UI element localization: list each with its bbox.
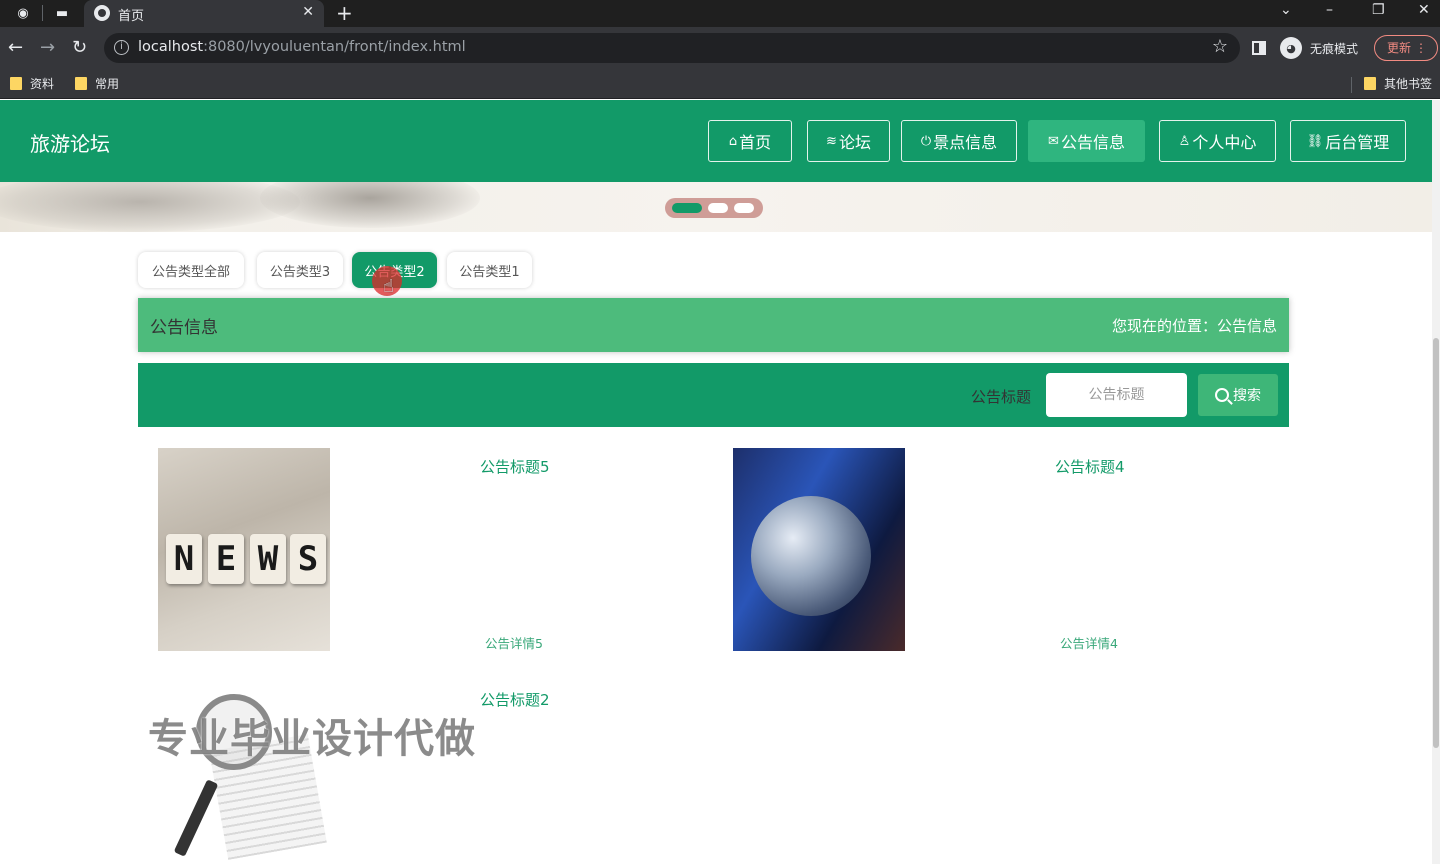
- bookmark-label: 常用: [95, 77, 120, 91]
- nav-personal-center[interactable]: ♙ 个人中心: [1159, 120, 1276, 162]
- banner-carousel: [0, 182, 1432, 232]
- site-header: 旅游论坛 ⌂ 首页 ≋ 论坛 ⏻ 景点信息 ✉ 公告信息 ♙ 个人中心 ⛓ 后台…: [0, 100, 1432, 182]
- side-panel-icon[interactable]: [1252, 41, 1266, 55]
- news-cube-letter: W: [250, 534, 286, 584]
- carousel-dot-1[interactable]: [672, 203, 702, 213]
- scrollbar-thumb[interactable]: [1433, 338, 1439, 748]
- news-cube-letter: N: [166, 534, 202, 584]
- browser-menu-icon[interactable]: ◉: [14, 4, 32, 22]
- nav-label: 后台管理: [1325, 133, 1390, 152]
- watermark-text: 专业毕业设计代做: [148, 716, 476, 762]
- forward-arrow-icon[interactable]: →: [40, 36, 55, 60]
- url-path: :8080/lvyouluentan/front/index.html: [203, 39, 466, 55]
- nav-label: 首页: [739, 133, 772, 152]
- site-title: 旅游论坛: [30, 132, 110, 156]
- tab-search-chevron-icon[interactable]: ⌄: [1280, 2, 1292, 18]
- search-button-label: 搜索: [1233, 388, 1261, 404]
- url-text: localhost:8080/lvyouluentan/front/index.…: [138, 39, 466, 55]
- section-title: 公告信息: [150, 318, 218, 338]
- nav-label: 景点信息: [933, 133, 998, 152]
- filter-tab-type3[interactable]: 公告类型3: [257, 252, 343, 288]
- restore-icon[interactable]: ❐: [1372, 2, 1385, 18]
- nav-label: 论坛: [838, 133, 871, 152]
- search-icon: [1215, 388, 1229, 402]
- nav-label: 个人中心: [1192, 133, 1257, 152]
- more-menu-icon: ⋮: [1415, 41, 1427, 55]
- reload-icon[interactable]: ↻: [72, 36, 87, 60]
- bookmark-label: 资料: [30, 77, 55, 91]
- folder-icon: [75, 77, 87, 90]
- folder-icon: [10, 77, 22, 90]
- tab-close-icon[interactable]: ✕: [302, 4, 314, 20]
- news-cube-letter: E: [208, 534, 244, 584]
- bookmark-folder-ziliao[interactable]: 资料: [10, 75, 54, 92]
- home-icon: ⌂: [728, 133, 738, 149]
- page-scrollbar[interactable]: [1432, 100, 1440, 864]
- site-info-icon[interactable]: i: [114, 40, 129, 55]
- browser-tab-active[interactable]: 首页 ✕: [84, 0, 324, 27]
- bookmark-separator: [1351, 77, 1352, 93]
- address-bar[interactable]: i localhost:8080/lvyouluentan/front/inde…: [104, 33, 1240, 63]
- url-host: localhost: [138, 39, 204, 55]
- back-arrow-icon[interactable]: ←: [8, 36, 23, 60]
- nav-announcements[interactable]: ✉ 公告信息: [1028, 120, 1145, 162]
- card-title[interactable]: 公告标题4: [1055, 456, 1125, 477]
- globe-icon: [94, 5, 110, 21]
- nav-label: 公告信息: [1060, 133, 1125, 152]
- card-detail[interactable]: 公告详情5: [485, 633, 543, 652]
- section-title-bar: 公告信息 您现在的位置：公告信息: [138, 298, 1289, 352]
- search-button[interactable]: 搜索: [1198, 374, 1278, 416]
- news-cube-letter: S: [290, 534, 326, 584]
- bookmark-folder-changyong[interactable]: 常用: [75, 75, 119, 92]
- card-image-globe[interactable]: [733, 448, 905, 651]
- nav-admin[interactable]: ⛓ 后台管理: [1290, 120, 1406, 162]
- page-content: 旅游论坛 ⌂ 首页 ≋ 论坛 ⏻ 景点信息 ✉ 公告信息 ♙ 个人中心 ⛓ 后台…: [0, 100, 1432, 864]
- magnifier-handle: [173, 779, 219, 857]
- nav-forum[interactable]: ≋ 论坛: [807, 120, 890, 162]
- link-icon: ⛓: [1306, 133, 1324, 149]
- other-bookmarks[interactable]: 其他书签: [1364, 75, 1432, 92]
- card-image-news[interactable]: N E W S: [158, 448, 330, 651]
- filter-tab-type1[interactable]: 公告类型1: [447, 252, 532, 288]
- new-tab-icon[interactable]: +: [336, 1, 353, 25]
- filter-tab-all[interactable]: 公告类型全部: [138, 252, 244, 288]
- tab-group-icon[interactable]: ▬: [53, 4, 71, 22]
- bookmark-star-icon[interactable]: ☆: [1212, 36, 1228, 57]
- other-bookmarks-label: 其他书签: [1384, 77, 1433, 91]
- envelope-icon: ✉: [1048, 133, 1059, 149]
- nav-attractions[interactable]: ⏻ 景点信息: [901, 120, 1017, 162]
- incognito-icon: ◕: [1280, 37, 1302, 59]
- globe-graphic: [751, 496, 871, 616]
- card-title[interactable]: 公告标题5: [480, 456, 550, 477]
- update-button[interactable]: 更新 ⋮: [1374, 35, 1438, 61]
- card-detail[interactable]: 公告详情4: [1060, 633, 1118, 652]
- breadcrumb: 您现在的位置：公告信息: [1111, 317, 1277, 335]
- browser-tab-strip: ◉ ▬ 首页 ✕ + ⌄ – ❐ ✕: [0, 0, 1440, 27]
- minimize-icon[interactable]: –: [1326, 2, 1333, 18]
- bookmarks-bar: 资料 常用 其他书签: [0, 70, 1440, 99]
- power-icon: ⏻: [920, 133, 932, 149]
- search-bar: 公告标题 搜索: [138, 363, 1289, 427]
- ink-painting-decoration: [260, 182, 480, 228]
- ink-painting-decoration: [0, 182, 300, 232]
- folder-icon: [1364, 77, 1376, 90]
- browser-toolbar: ← → ↻ i localhost:8080/lvyouluentan/fron…: [0, 27, 1440, 70]
- card-title[interactable]: 公告标题2: [480, 689, 550, 710]
- window-close-icon[interactable]: ✕: [1418, 2, 1430, 18]
- layers-icon: ≋: [826, 133, 837, 149]
- incognito-label: 无痕模式: [1310, 41, 1359, 56]
- tab-title: 首页: [118, 9, 145, 24]
- incognito-indicator[interactable]: ◕ 无痕模式: [1280, 37, 1358, 59]
- update-label: 更新: [1387, 41, 1412, 55]
- search-input[interactable]: [1046, 373, 1187, 417]
- carousel-indicator: [665, 198, 763, 218]
- search-label: 公告标题: [971, 388, 1032, 406]
- hand-cursor-icon: ☝: [383, 276, 394, 297]
- carousel-dot-3[interactable]: [734, 203, 754, 213]
- nav-home[interactable]: ⌂ 首页: [708, 120, 792, 162]
- carousel-dot-2[interactable]: [708, 203, 728, 213]
- user-icon: ♙: [1178, 133, 1191, 149]
- tab-separator: [42, 5, 43, 21]
